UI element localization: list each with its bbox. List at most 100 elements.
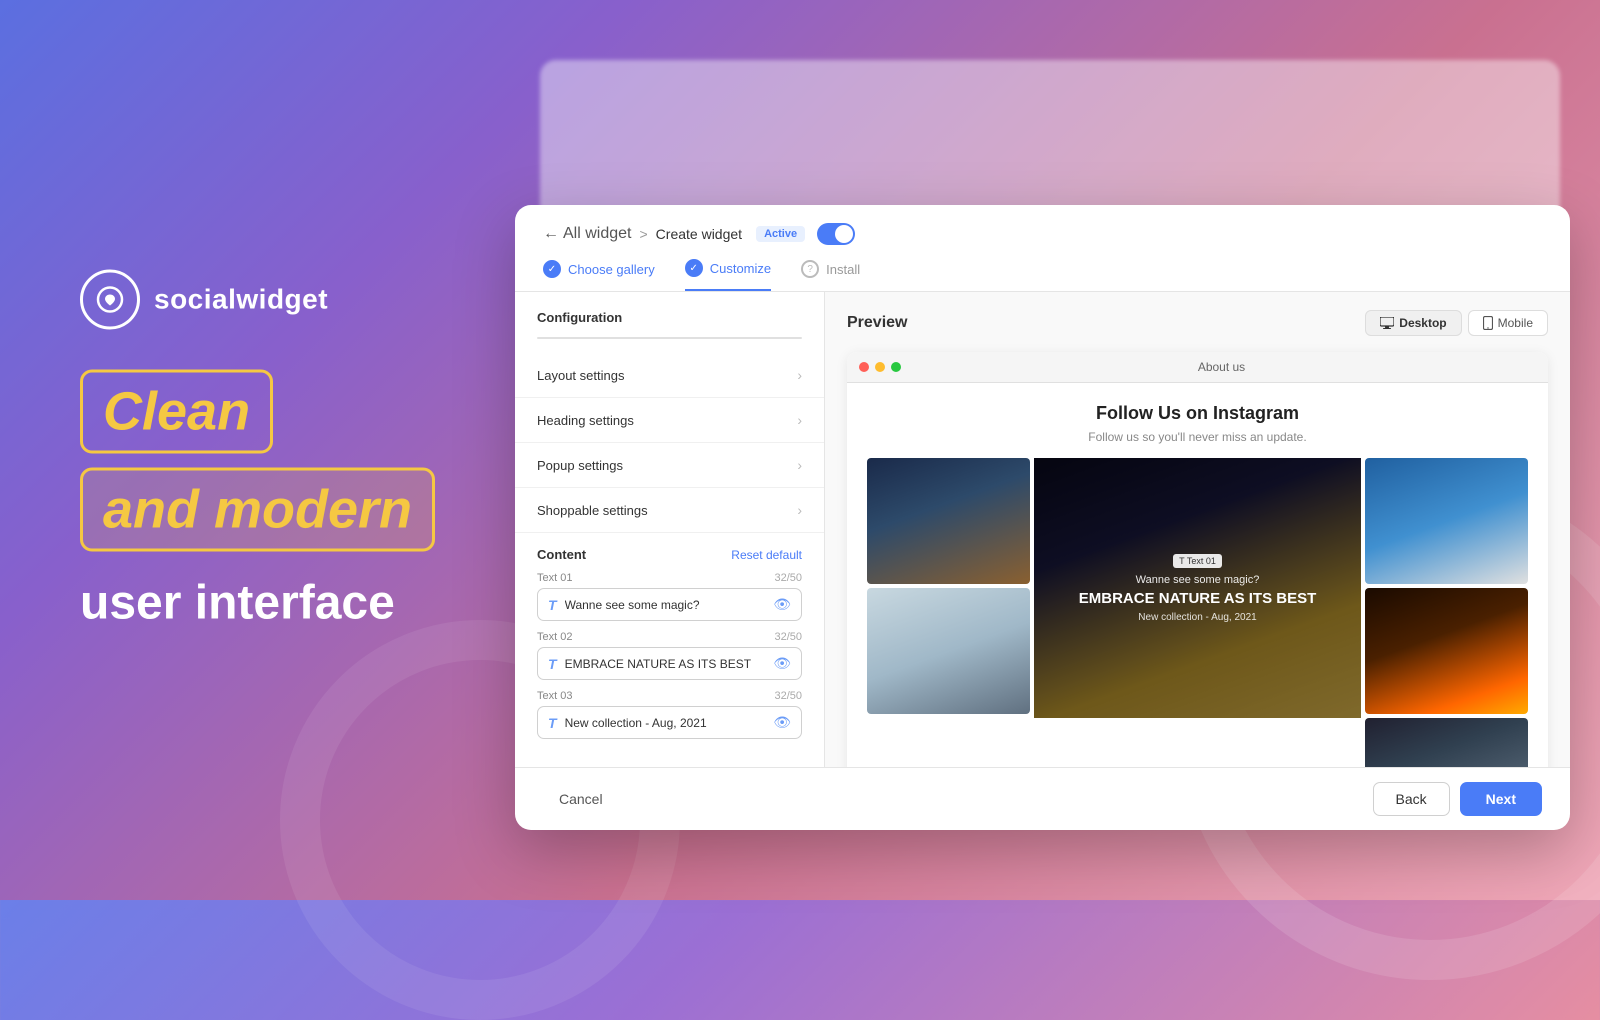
overlay-text3: New collection - Aug, 2021 xyxy=(1138,612,1256,623)
overlay-text1: Wanne see some magic? xyxy=(1136,574,1260,586)
preview-header: Preview Desktop Mobile xyxy=(847,310,1548,336)
text03-label-row: Text 03 32/50 xyxy=(537,690,802,702)
headline-clean-box: Clean xyxy=(80,370,273,454)
preview-mobile-label: Mobile xyxy=(1498,316,1533,330)
photo-person-van xyxy=(1365,718,1528,767)
text03-count: 32/50 xyxy=(774,690,802,702)
layout-settings-label: Layout settings xyxy=(537,368,624,383)
step-install[interactable]: ? Install xyxy=(801,259,860,291)
browser-title: About us xyxy=(907,360,1536,374)
preview-content: Follow Us on Instagram Follow us so you'… xyxy=(847,383,1548,767)
text01-type-icon: T xyxy=(548,597,557,613)
grid-col-mid: T Text 01 Wanne see some magic? EMBRACE … xyxy=(1034,458,1361,767)
next-button[interactable]: Next xyxy=(1460,782,1542,816)
logo-icon xyxy=(80,270,140,330)
photo-tent-night xyxy=(867,458,1030,584)
modal-header: ← All widget > Create widget Active xyxy=(515,205,1570,245)
modal-footer: Cancel Back Next xyxy=(515,767,1570,830)
tab-mobile[interactable]: Mobile xyxy=(670,338,802,339)
preview-card: About us Follow Us on Instagram Follow u… xyxy=(847,352,1548,767)
device-toggle-group: Desktop Mobile xyxy=(1365,310,1548,336)
content-header: Content Reset default xyxy=(537,547,802,562)
text03-input-row[interactable]: T 👁 xyxy=(537,706,802,739)
wizard-steps: ✓ Choose gallery ✓ Customize ? Install xyxy=(515,245,1570,292)
cancel-button[interactable]: Cancel xyxy=(543,783,619,815)
popup-chevron-icon: › xyxy=(797,457,802,473)
device-tabs[interactable]: Desktop Mobile xyxy=(537,337,802,339)
reset-default-link[interactable]: Reset default xyxy=(731,548,802,562)
step-customize-label: Customize xyxy=(710,261,771,276)
text01-count: 32/50 xyxy=(774,572,802,584)
headline-clean-text: Clean xyxy=(103,382,250,442)
text01-badge: T Text 01 xyxy=(1173,554,1222,568)
text02-label-row: Text 02 32/50 xyxy=(537,631,802,643)
text03-label: Text 03 xyxy=(537,690,572,702)
browser-bar: About us xyxy=(847,352,1548,383)
text01-visibility-icon[interactable]: 👁 xyxy=(773,596,791,613)
text01-label-row: Text 01 32/50 xyxy=(537,572,802,584)
step-circle-install: ? xyxy=(801,260,819,278)
preview-desktop-label: Desktop xyxy=(1399,316,1446,330)
follow-subtitle: Follow us so you'll never miss an update… xyxy=(867,430,1528,444)
content-title: Content xyxy=(537,547,586,562)
popup-settings-label: Popup settings xyxy=(537,458,623,473)
photo-campfire xyxy=(1365,588,1528,714)
shoppable-chevron-icon: › xyxy=(797,502,802,518)
image-grid: T Text 01 Wanne see some magic? EMBRACE … xyxy=(867,458,1528,767)
active-toggle[interactable] xyxy=(817,223,855,245)
grid-col-left xyxy=(867,458,1030,767)
breadcrumb-current: Create widget xyxy=(656,226,742,242)
text02-input-row[interactable]: T 👁 xyxy=(537,647,802,680)
headline-modern-box: and modern xyxy=(80,468,435,552)
photo-blue-jacket xyxy=(1365,458,1528,584)
photo-yurt xyxy=(867,588,1030,714)
layout-chevron-icon: › xyxy=(797,367,802,383)
settings-row-layout[interactable]: Layout settings › xyxy=(515,353,824,398)
grid-col-right xyxy=(1365,458,1528,767)
photo-main-tent: T Text 01 Wanne see some magic? EMBRACE … xyxy=(1034,458,1361,718)
follow-title: Follow Us on Instagram xyxy=(867,403,1528,424)
text02-count: 32/50 xyxy=(774,631,802,643)
step-circle-customize: ✓ xyxy=(685,259,703,277)
text02-input[interactable] xyxy=(565,657,766,671)
content-section: Content Reset default Text 01 32/50 T 👁 xyxy=(515,533,824,749)
tab-desktop[interactable]: Desktop xyxy=(538,338,670,339)
text02-type-icon: T xyxy=(548,656,557,672)
shoppable-settings-label: Shoppable settings xyxy=(537,503,648,518)
logo-wrap: socialwidget xyxy=(80,270,435,330)
settings-row-heading[interactable]: Heading settings › xyxy=(515,398,824,443)
step-choose-gallery[interactable]: ✓ Choose gallery xyxy=(543,259,655,291)
active-badge: Active xyxy=(756,226,805,242)
footer-right-buttons: Back Next xyxy=(1373,782,1542,816)
modal-body: Configuration Desktop Mobile Layout sett… xyxy=(515,292,1570,767)
overlay-text2: EMBRACE NATURE AS ITS BEST xyxy=(1079,590,1317,608)
main-modal: ← All widget > Create widget Active ✓ Ch… xyxy=(515,205,1570,830)
heading-settings-label: Heading settings xyxy=(537,413,634,428)
settings-row-shoppable[interactable]: Shoppable settings › xyxy=(515,488,824,533)
step-gallery-label: Choose gallery xyxy=(568,262,655,277)
breadcrumb-separator: > xyxy=(639,226,647,242)
step-circle-gallery: ✓ xyxy=(543,260,561,278)
preview-title: Preview xyxy=(847,314,907,332)
text03-type-icon: T xyxy=(548,715,557,731)
text02-group: Text 02 32/50 T 👁 xyxy=(537,631,802,680)
text01-input-row[interactable]: T 👁 xyxy=(537,588,802,621)
step-install-label: Install xyxy=(826,262,860,277)
text03-input[interactable] xyxy=(565,716,766,730)
left-panel: Configuration Desktop Mobile Layout sett… xyxy=(515,292,825,767)
back-to-all-widget[interactable]: ← All widget xyxy=(543,225,631,243)
overlay-content: T Text 01 Wanne see some magic? EMBRACE … xyxy=(1034,458,1361,718)
text01-label: Text 01 xyxy=(537,572,572,584)
text01-input[interactable] xyxy=(565,598,766,612)
text03-visibility-icon[interactable]: 👁 xyxy=(773,714,791,731)
browser-dot-red xyxy=(859,362,869,372)
back-button[interactable]: Back xyxy=(1373,782,1450,816)
headline-sub-text: user interface xyxy=(80,576,435,631)
preview-mobile-btn[interactable]: Mobile xyxy=(1468,310,1548,336)
headline-modern-text: and modern xyxy=(103,480,412,540)
preview-desktop-btn[interactable]: Desktop xyxy=(1365,310,1461,336)
settings-row-popup[interactable]: Popup settings › xyxy=(515,443,824,488)
text02-visibility-icon[interactable]: 👁 xyxy=(773,655,791,672)
text03-group: Text 03 32/50 T 👁 xyxy=(537,690,802,739)
step-customize[interactable]: ✓ Customize xyxy=(685,259,771,291)
